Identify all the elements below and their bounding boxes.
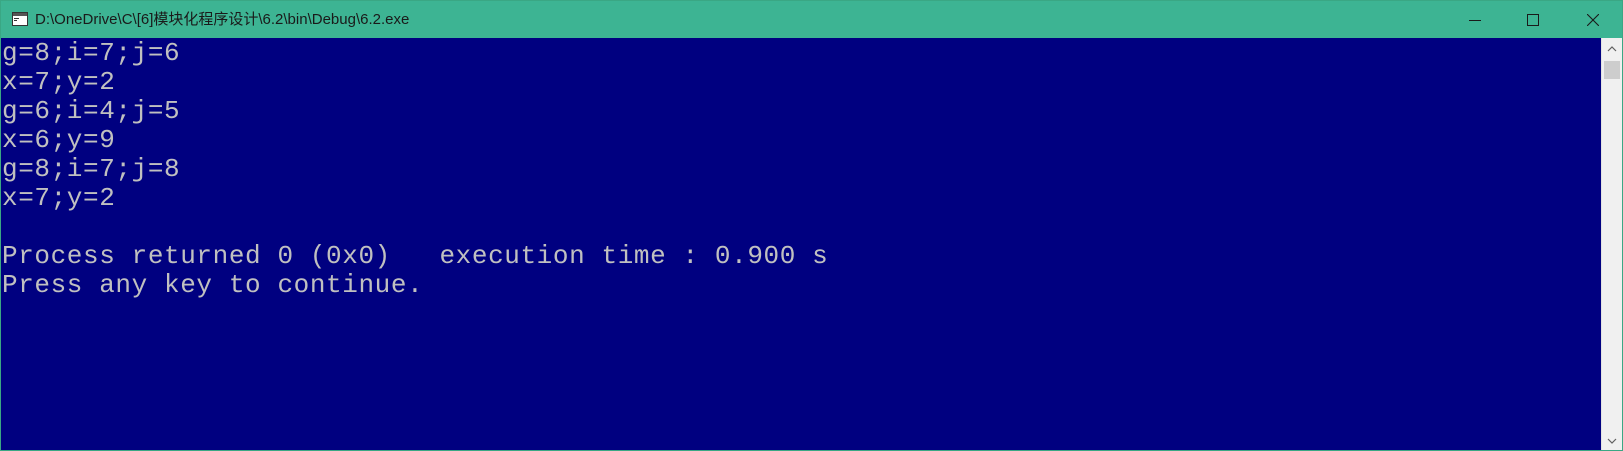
scroll-up-button[interactable] [1602, 38, 1622, 58]
console-window: D:\OneDrive\C\[6]模块化程序设计\6.2\bin\Debug\6… [0, 0, 1623, 451]
console-line: x=7;y=2 [2, 183, 116, 213]
minimize-button[interactable] [1446, 1, 1504, 38]
title-bar[interactable]: D:\OneDrive\C\[6]模块化程序设计\6.2\bin\Debug\6… [1, 1, 1622, 38]
console-line: g=8;i=7;j=6 [2, 38, 181, 68]
maximize-button[interactable] [1504, 1, 1562, 38]
console-output[interactable]: g=8;i=7;j=6 x=7;y=2 g=6;i=4;j=5 x=6;y=9 … [1, 38, 1601, 450]
console-line: x=7;y=2 [2, 67, 116, 97]
console-line: Process returned 0 (0x0) execution time … [2, 241, 829, 271]
window-title: D:\OneDrive\C\[6]模块化程序设计\6.2\bin\Debug\6… [35, 11, 410, 28]
console-line: Press any key to continue. [2, 270, 424, 300]
minimize-icon [1469, 14, 1481, 26]
scroll-thumb[interactable] [1604, 61, 1620, 79]
vertical-scrollbar[interactable] [1601, 38, 1622, 450]
console-window-icon [12, 12, 28, 26]
chevron-up-icon [1607, 39, 1617, 57]
console-line: g=8;i=7;j=8 [2, 154, 181, 184]
close-icon [1587, 13, 1599, 26]
chevron-down-icon [1607, 431, 1617, 449]
close-button[interactable] [1564, 1, 1622, 38]
console-line: x=6;y=9 [2, 125, 116, 155]
maximize-icon [1527, 13, 1539, 26]
scroll-down-button[interactable] [1602, 430, 1622, 450]
console-line: g=6;i=4;j=5 [2, 96, 181, 126]
